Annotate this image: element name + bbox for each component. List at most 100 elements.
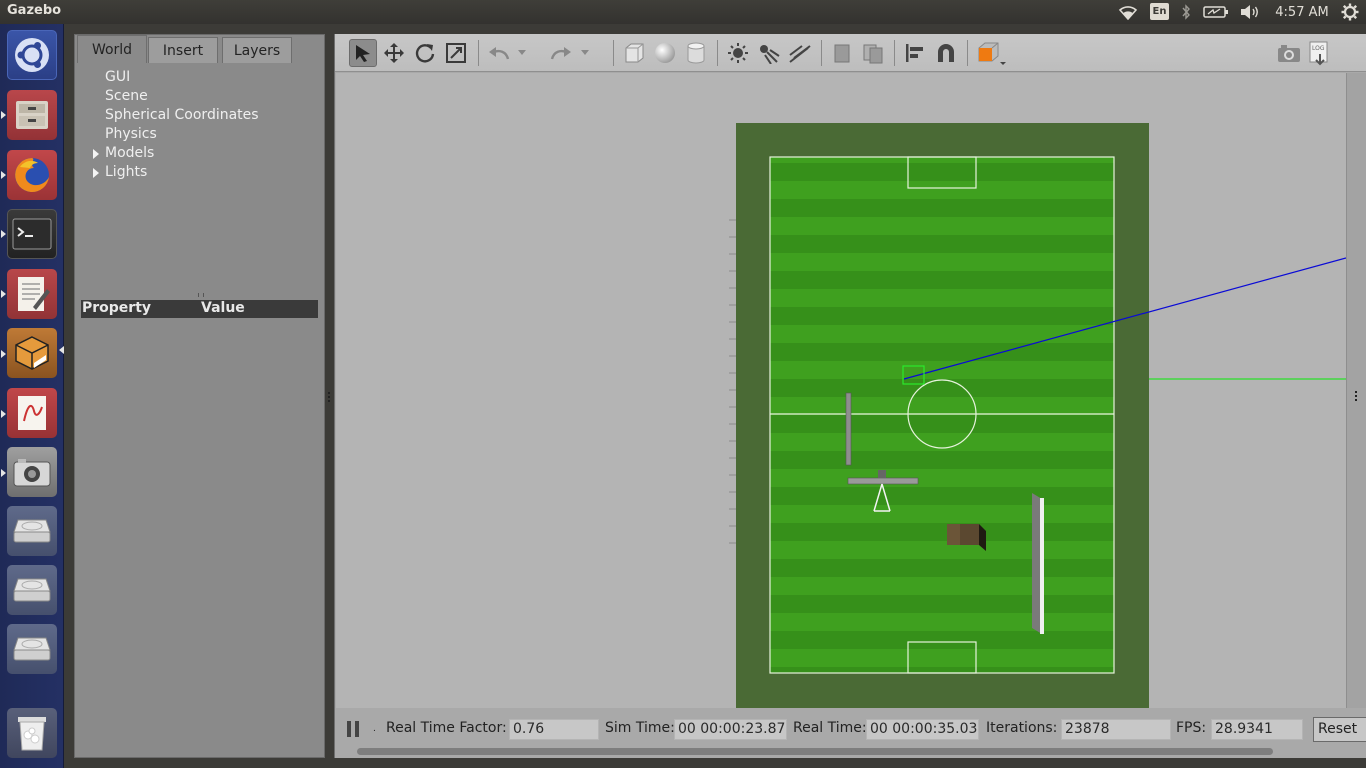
right-wall-model[interactable] xyxy=(1032,493,1044,634)
left-pole-model[interactable] xyxy=(845,392,852,466)
real-time-label: Real Time: xyxy=(793,720,867,736)
main-render-frame: LOG . Real Time Factor: 0.76 Sim Time: 0… xyxy=(334,34,1366,758)
horizontal-scrollbar[interactable] xyxy=(357,748,1273,755)
settings-gear-icon[interactable] xyxy=(1339,2,1361,22)
tab-insert[interactable]: Insert xyxy=(148,37,218,63)
running-indicator xyxy=(1,410,6,418)
screenshot-launcher[interactable] xyxy=(7,447,57,497)
real-time-factor-label: Real Time Factor: xyxy=(386,720,507,736)
toolbar-separator xyxy=(821,40,822,66)
fps-label: FPS: xyxy=(1176,720,1207,736)
right-panel-collapsed xyxy=(1346,73,1366,708)
left-panel-collapse-handle[interactable] xyxy=(327,392,331,402)
tree-item-label: Lights xyxy=(105,164,148,180)
sim-time-label: Sim Time: xyxy=(605,720,675,736)
insert-directional-light-button[interactable] xyxy=(786,39,814,67)
firefox-icon xyxy=(15,158,49,192)
trash-launcher[interactable] xyxy=(7,708,57,758)
pdf-viewer-launcher[interactable] xyxy=(7,388,57,438)
virtualbox-launcher[interactable] xyxy=(7,328,57,378)
running-indicator xyxy=(1,171,6,179)
terminal-icon xyxy=(12,218,52,250)
pause-button[interactable] xyxy=(347,721,361,737)
splitter-handle[interactable] xyxy=(198,293,204,297)
translate-mode-button[interactable] xyxy=(380,39,408,67)
running-indicator xyxy=(1,290,6,298)
firefox-launcher[interactable] xyxy=(7,150,57,200)
text-editor-launcher[interactable] xyxy=(7,269,57,319)
toolbar-separator xyxy=(478,40,479,66)
redo-icon xyxy=(550,47,571,60)
undo-history-dropdown[interactable] xyxy=(515,39,529,67)
scale-mode-button[interactable] xyxy=(442,39,470,67)
fps-value: 28.9341 xyxy=(1211,719,1303,740)
tree-item-gui[interactable]: GUI xyxy=(105,69,130,85)
tree-item-label: Models xyxy=(105,145,155,161)
paste-button[interactable] xyxy=(859,39,887,67)
ubuntu-dash-button[interactable] xyxy=(7,30,57,80)
camera-icon xyxy=(1278,45,1300,62)
tree-item-lights[interactable]: Lights xyxy=(93,164,148,180)
tab-layers[interactable]: Layers xyxy=(222,37,292,63)
hard-drive-icon xyxy=(13,578,51,602)
insert-spot-light-button[interactable] xyxy=(755,39,783,67)
screenshot-button[interactable] xyxy=(1275,39,1303,67)
tree-item-spherical-coordinates[interactable]: Spherical Coordinates xyxy=(105,107,259,123)
tree-item-physics[interactable]: Physics xyxy=(105,126,157,142)
battery-icon[interactable] xyxy=(1202,2,1230,22)
reset-time-button[interactable]: Reset xyxy=(1313,717,1366,742)
ubuntu-logo-icon xyxy=(15,38,49,72)
drive-launcher-1[interactable] xyxy=(7,506,57,556)
snap-button[interactable] xyxy=(932,39,960,67)
insert-sphere-button[interactable] xyxy=(651,39,679,67)
sim-time-value: 00 00:00:23.878 xyxy=(674,719,787,740)
running-indicator xyxy=(1,111,6,119)
redo-button[interactable] xyxy=(547,39,575,67)
tree-item-scene[interactable]: Scene xyxy=(105,88,148,104)
iterations-value: 23878 xyxy=(1061,719,1171,740)
undo-icon xyxy=(489,47,510,60)
expand-arrow-icon[interactable] xyxy=(93,168,99,178)
property-column-header[interactable]: Property xyxy=(82,300,151,316)
volume-icon[interactable] xyxy=(1238,2,1262,22)
tab-world[interactable]: World xyxy=(77,35,147,63)
drive-launcher-2[interactable] xyxy=(7,565,57,615)
log-button[interactable]: LOG xyxy=(1306,39,1334,67)
align-button[interactable] xyxy=(901,39,929,67)
tree-item-models[interactable]: Models xyxy=(93,145,155,161)
text-editor-icon xyxy=(18,277,50,311)
insert-point-light-button[interactable] xyxy=(724,39,752,67)
simulation-status-bar: . Real Time Factor: 0.76 Sim Time: 00 00… xyxy=(335,708,1366,758)
sun-icon xyxy=(728,43,748,63)
undo-button[interactable] xyxy=(485,39,513,67)
expand-arrow-icon[interactable] xyxy=(93,149,99,159)
step-indicator: . xyxy=(373,724,376,734)
view-angle-button[interactable] xyxy=(974,39,1008,67)
copy-button[interactable] xyxy=(828,39,856,67)
files-launcher[interactable] xyxy=(7,90,57,140)
insert-cylinder-button[interactable] xyxy=(682,39,710,67)
3d-viewport[interactable] xyxy=(336,73,1346,708)
virtualbox-icon xyxy=(15,336,49,370)
world-panel: World Insert Layers GUI Scene Spherical … xyxy=(74,34,325,758)
right-panel-expand-handle[interactable] xyxy=(1354,391,1358,401)
arrow-cursor-icon xyxy=(356,45,370,62)
keyboard-layout-indicator[interactable]: En xyxy=(1150,3,1169,20)
redo-history-dropdown[interactable] xyxy=(578,39,592,67)
value-column-header[interactable]: Value xyxy=(201,300,245,316)
toolbar-separator xyxy=(613,40,614,66)
select-mode-button[interactable] xyxy=(349,39,377,67)
wifi-icon[interactable] xyxy=(1116,2,1140,22)
bluetooth-icon[interactable] xyxy=(1179,2,1193,22)
toolbar-separator xyxy=(894,40,895,66)
scene-render[interactable] xyxy=(336,73,1346,708)
launcher xyxy=(0,24,64,768)
insert-box-button[interactable] xyxy=(620,39,648,67)
hard-drive-icon xyxy=(13,519,51,543)
drive-launcher-3[interactable] xyxy=(7,624,57,674)
clock[interactable]: 4:57 AM xyxy=(1270,2,1334,22)
hard-drive-icon xyxy=(13,637,51,661)
terminal-launcher[interactable] xyxy=(7,209,57,259)
box-shape-icon xyxy=(625,43,644,63)
rotate-mode-button[interactable] xyxy=(411,39,439,67)
